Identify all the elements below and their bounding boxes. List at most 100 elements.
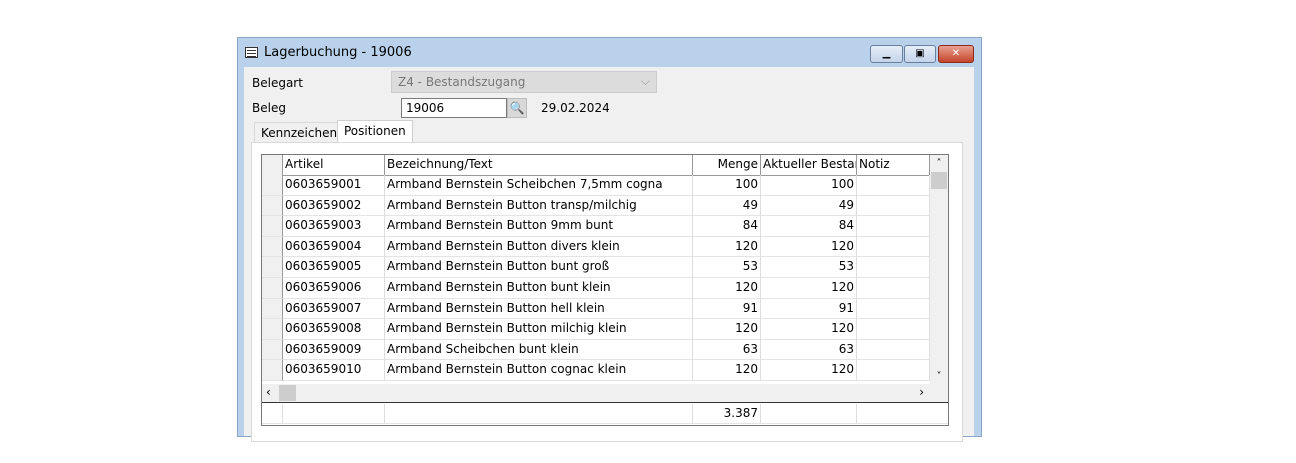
cell-artikel[interactable]: 0603659007 (283, 298, 385, 320)
table-row[interactable]: 0603659002 Armband Bernstein Button trans… (262, 195, 930, 217)
cell-notiz[interactable] (857, 339, 930, 361)
title-bar[interactable]: Lagerbuchung - 19006 ▁ ▣ ✕ (238, 38, 981, 67)
cell-artikel[interactable]: 0603659001 (283, 175, 385, 196)
cell-bezeichnung[interactable]: Armband Bernstein Button bunt klein (385, 278, 693, 299)
cell-notiz[interactable] (857, 216, 930, 237)
row-header[interactable] (262, 216, 283, 237)
col-menge[interactable]: Menge (693, 155, 761, 176)
table-row-partial (262, 381, 930, 384)
cell-menge[interactable]: 84 (693, 216, 761, 237)
col-artikel[interactable]: Artikel (283, 155, 385, 176)
cell-bestand[interactable]: 120 (761, 278, 857, 299)
cell-bestand[interactable]: 53 (761, 257, 857, 278)
cell-bestand[interactable]: 84 (761, 216, 857, 237)
col-bezeichnung[interactable]: Bezeichnung/Text (385, 155, 693, 176)
maximize-button[interactable]: ▣ (904, 45, 936, 63)
table-row[interactable]: 0603659006 Armband Bernstein Button bunt … (262, 278, 930, 299)
cell-artikel[interactable]: 0603659002 (283, 195, 385, 217)
horizontal-scrollbar[interactable]: ‹ › (262, 384, 948, 403)
window-form-icon (245, 47, 258, 58)
cell-bezeichnung[interactable]: Armband Bernstein Button milchig klein (385, 319, 693, 340)
cell-bestand[interactable]: 91 (761, 298, 857, 320)
vscroll-thumb[interactable] (931, 172, 947, 189)
cell-bestand[interactable]: 63 (761, 339, 857, 361)
search-icon[interactable]: 🔍 (507, 98, 527, 118)
belegart-label: Belegart (252, 76, 303, 90)
cell-bestand[interactable]: 100 (761, 175, 857, 196)
beleg-input[interactable]: 19006 (401, 98, 507, 118)
scroll-left-icon[interactable]: ‹ (266, 385, 271, 399)
cell-artikel[interactable]: 0603659008 (283, 319, 385, 340)
cell-menge[interactable]: 63 (693, 339, 761, 361)
cell-notiz[interactable] (857, 278, 930, 299)
belegart-value: Z4 - Bestandszugang (398, 75, 526, 89)
table-row[interactable]: 0603659003 Armband Bernstein Button 9mm b… (262, 216, 930, 237)
row-header[interactable] (262, 278, 283, 299)
cell-bezeichnung[interactable]: Armband Bernstein Scheibchen 7,5mm cogna (385, 175, 693, 196)
lagerbuchung-window: Lagerbuchung - 19006 ▁ ▣ ✕ Belegart Z4 -… (237, 37, 982, 442)
hscroll-thumb[interactable] (279, 385, 296, 401)
belegart-select[interactable]: Z4 - Bestandszugang ⌵ (391, 71, 657, 93)
row-header[interactable] (262, 257, 283, 278)
cell-notiz[interactable] (857, 257, 930, 278)
cell-bestand[interactable]: 49 (761, 195, 857, 217)
cell-bezeichnung[interactable]: Armband Bernstein Button bunt groß (385, 257, 693, 278)
positionen-panel: Artikel Bezeichnung/Text Menge Aktueller… (251, 142, 963, 442)
cell-menge[interactable]: 120 (693, 360, 761, 381)
cell-bestand[interactable]: 120 (761, 319, 857, 340)
cell-artikel[interactable]: 0603659005 (283, 257, 385, 278)
cell-notiz[interactable] (857, 175, 930, 196)
cell-menge[interactable]: 120 (693, 319, 761, 340)
cell-menge[interactable]: 120 (693, 236, 761, 258)
row-header[interactable] (262, 360, 283, 381)
table-row[interactable]: 0603659004 Armband Bernstein Button diver… (262, 236, 930, 258)
cell-menge[interactable]: 100 (693, 175, 761, 196)
table-row[interactable]: 0603659008 Armband Bernstein Button milch… (262, 319, 930, 340)
vertical-scrollbar[interactable]: ˄ ˅ (930, 155, 948, 384)
cell-bezeichnung[interactable]: Armband Bernstein Button 9mm bunt (385, 216, 693, 237)
table-row[interactable]: 0603659001 Armband Bernstein Scheibchen 7… (262, 175, 930, 196)
close-button[interactable]: ✕ (938, 45, 974, 63)
row-header[interactable] (262, 236, 283, 258)
row-header[interactable] (262, 298, 283, 320)
cell-bestand[interactable]: 120 (761, 236, 857, 258)
cell-menge[interactable]: 53 (693, 257, 761, 278)
cell-notiz[interactable] (857, 319, 930, 340)
cell-artikel[interactable]: 0603659009 (283, 339, 385, 361)
scroll-right-icon[interactable]: › (919, 385, 924, 399)
table-row[interactable]: 0603659010 Armband Bernstein Button cogna… (262, 360, 930, 381)
cell-bezeichnung[interactable]: Armband Bernstein Button divers klein (385, 236, 693, 258)
cell-artikel[interactable]: 0603659003 (283, 216, 385, 237)
cell-bezeichnung[interactable]: Armband Bernstein Button hell klein (385, 298, 693, 320)
table-row[interactable]: 0603659005 Armband Bernstein Button bunt … (262, 257, 930, 278)
minimize-button[interactable]: ▁ (870, 45, 903, 63)
cell-notiz[interactable] (857, 298, 930, 320)
cell-artikel[interactable]: 0603659010 (283, 360, 385, 381)
footer-cell (857, 404, 948, 424)
cell-notiz[interactable] (857, 195, 930, 217)
cell-bezeichnung[interactable]: Armband Bernstein Button transp/milchig (385, 195, 693, 217)
tab-positionen[interactable]: Positionen (337, 120, 413, 143)
cell-menge[interactable]: 49 (693, 195, 761, 217)
table-row[interactable]: 0603659007 Armband Bernstein Button hell … (262, 298, 930, 320)
cell-notiz[interactable] (857, 360, 930, 381)
table-row[interactable]: 0603659009 Armband Scheibchen bunt klein 6… (262, 339, 930, 361)
scroll-up-icon[interactable]: ˄ (930, 155, 948, 169)
cell-notiz[interactable] (857, 236, 930, 258)
scroll-down-icon[interactable]: ˅ (930, 371, 948, 382)
cell-menge[interactable]: 91 (693, 298, 761, 320)
col-bestand[interactable]: Aktueller Bestand (761, 155, 857, 176)
row-header[interactable] (262, 175, 283, 196)
col-notiz[interactable]: Notiz (857, 155, 930, 176)
cell-menge[interactable]: 120 (693, 278, 761, 299)
cell-bezeichnung[interactable]: Armband Bernstein Button cognac klein (385, 360, 693, 381)
row-header[interactable] (262, 339, 283, 361)
cell-artikel[interactable]: 0603659004 (283, 236, 385, 258)
cell-bestand[interactable]: 120 (761, 360, 857, 381)
cell-artikel[interactable]: 0603659006 (283, 278, 385, 299)
row-header[interactable] (262, 195, 283, 217)
row-header[interactable] (262, 319, 283, 340)
tab-kennzeichen[interactable]: Kennzeichen (254, 122, 345, 142)
chevron-down-icon: ⌵ (640, 74, 650, 88)
cell-bezeichnung[interactable]: Armband Scheibchen bunt klein (385, 339, 693, 361)
